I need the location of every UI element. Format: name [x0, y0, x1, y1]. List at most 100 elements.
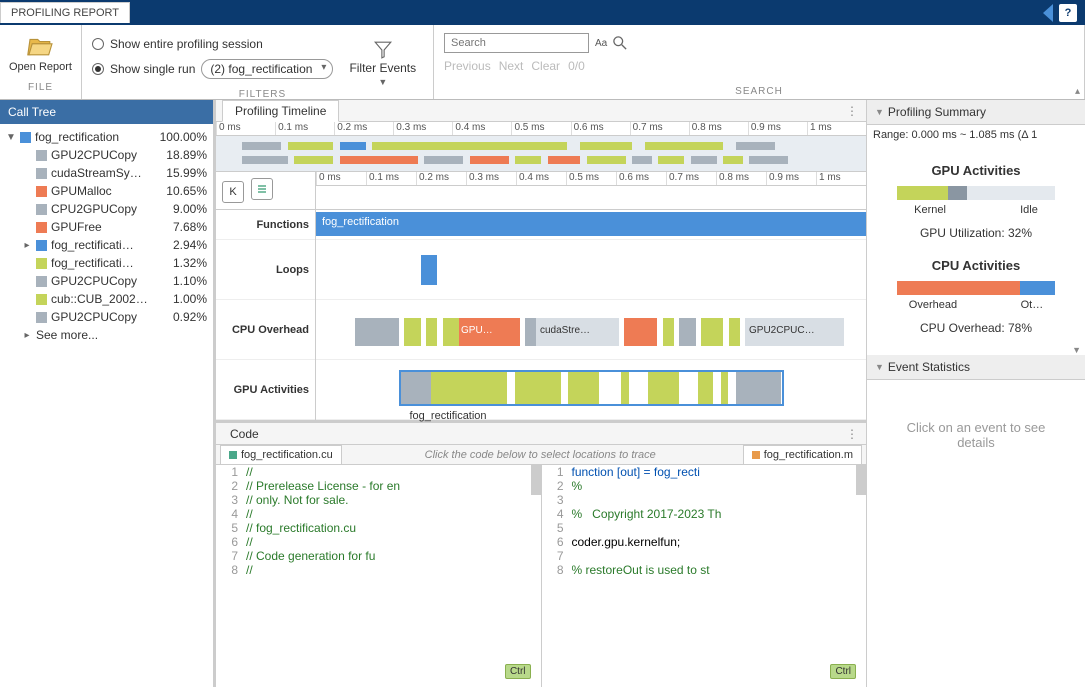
code-line[interactable]: 4% Copyright 2017-2023 Th	[542, 507, 867, 521]
ruler-tick: 0.9 ms	[748, 122, 807, 135]
code-line[interactable]: 8% restoreOut is used to st	[542, 563, 867, 577]
cpu-seg-gpu[interactable]: GPU…	[459, 318, 520, 346]
ruler-tick: 0.1 ms	[366, 172, 416, 185]
help-button[interactable]: ?	[1059, 4, 1077, 22]
titlebar-tab[interactable]: PROFILING REPORT	[0, 2, 130, 23]
search-next[interactable]: Next	[499, 59, 524, 73]
cpu-seg-cuda[interactable]: cudaStre…	[536, 318, 619, 346]
chevron-down-icon[interactable]: ▼	[378, 77, 387, 87]
code-line[interactable]: 3// only. Not for sale.	[216, 493, 541, 507]
tree-row[interactable]: ▸See more...	[0, 326, 213, 344]
code-pane-1[interactable]: 1//2// Prerelease License - for en3// on…	[216, 465, 542, 687]
tree-row[interactable]: ▸GPUFree7.68%	[0, 218, 213, 236]
code-line[interactable]: 7	[542, 549, 867, 563]
loop-bar[interactable]	[421, 255, 438, 285]
cpu-track[interactable]: GPU… cudaStre… GPU2CPUC…	[316, 300, 866, 360]
tree-row[interactable]: ▼fog_rectification100.00%	[0, 128, 213, 146]
ruler-tick: 0.6 ms	[571, 122, 630, 135]
folder-open-icon[interactable]	[27, 35, 55, 57]
ruler-tick: 0.9 ms	[766, 172, 816, 185]
tree-label: fog_rectification	[35, 130, 155, 144]
ruler-tick: 0.1 ms	[275, 122, 334, 135]
collapse-toolbar-icon[interactable]: ▴	[1075, 86, 1080, 97]
cpu-seg[interactable]	[404, 318, 421, 346]
tree-row[interactable]: ▸fog_rectificati…2.94%	[0, 236, 213, 254]
code-line[interactable]: 8//	[216, 563, 541, 577]
code-tab-label[interactable]: Code	[230, 427, 259, 441]
functions-track[interactable]: fog_rectification	[316, 210, 866, 240]
tree-arrow-icon[interactable]: ▼	[6, 132, 16, 143]
tree-pct: 15.99%	[159, 166, 207, 180]
search-icon[interactable]	[613, 36, 627, 50]
search-input[interactable]	[444, 33, 589, 53]
scrollbar-thumb[interactable]	[531, 465, 541, 495]
color-swatch	[20, 132, 31, 143]
code-line[interactable]: 2%	[542, 479, 867, 493]
loops-track[interactable]	[316, 240, 866, 300]
timeline-menu-icon[interactable]: ⋮	[838, 104, 866, 118]
run-select-dropdown[interactable]: (2) fog_rectification	[201, 59, 333, 79]
ruler-tick: 0.5 ms	[511, 122, 570, 135]
cpu-seg-gpu2cpu[interactable]: GPU2CPUC…	[745, 318, 844, 346]
tree-row[interactable]: ▸GPU2CPUCopy0.92%	[0, 308, 213, 326]
code-pane-2[interactable]: 1function [out] = fog_recti2%34% Copyrig…	[542, 465, 867, 687]
profiling-summary-header[interactable]: ▼ Profiling Summary	[867, 100, 1085, 125]
code-line[interactable]: 4//	[216, 507, 541, 521]
cpu-seg[interactable]	[355, 318, 399, 346]
code-file-tab-1[interactable]: fog_rectification.cu	[220, 445, 342, 464]
tree-row[interactable]: ▸GPU2CPUCopy1.10%	[0, 272, 213, 290]
case-sensitive-toggle[interactable]: Aa	[595, 38, 607, 49]
code-line[interactable]: 5	[542, 521, 867, 535]
code-line[interactable]: 6coder.gpu.kernelfun;	[542, 535, 867, 549]
event-statistics-header[interactable]: ▼ Event Statistics	[867, 355, 1085, 380]
tree-arrow-icon[interactable]: ▸	[22, 240, 32, 251]
toolbar: Open Report FILE Show entire profiling s…	[0, 25, 1085, 100]
scrollbar-thumb[interactable]	[856, 465, 866, 495]
tree-label: GPU2CPUCopy	[51, 148, 155, 162]
code-file-tab-2[interactable]: fog_rectification.m	[743, 445, 862, 464]
code-line[interactable]: 3	[542, 493, 867, 507]
kernel-toggle-button[interactable]: K	[222, 181, 244, 203]
tree-pct: 7.68%	[159, 220, 207, 234]
gpu-track[interactable]: fog_rectification	[316, 360, 866, 420]
timeline-tabbar: Profiling Timeline ⋮	[216, 100, 866, 122]
call-tree-body: ▼fog_rectification100.00%▸GPU2CPUCopy18.…	[0, 124, 213, 348]
tree-row[interactable]: ▸GPUMalloc10.65%	[0, 182, 213, 200]
open-report-label[interactable]: Open Report	[9, 61, 72, 73]
funnel-icon[interactable]	[374, 41, 392, 59]
code-line[interactable]: 1//	[216, 465, 541, 479]
list-toggle-button[interactable]	[251, 178, 273, 200]
radio-checked-icon	[92, 63, 104, 75]
cpu-bar-chart	[897, 281, 1055, 295]
tree-row[interactable]: ▸CPU2GPUCopy9.00%	[0, 200, 213, 218]
gpu-wrap[interactable]	[399, 370, 784, 406]
timeline-tab[interactable]: Profiling Timeline	[222, 100, 339, 122]
code-line[interactable]: 5// fog_rectification.cu	[216, 521, 541, 535]
tree-row[interactable]: ▸cudaStreamSy…15.99%	[0, 164, 213, 182]
tree-row[interactable]: ▸cub::CUB_2002…1.00%	[0, 290, 213, 308]
show-entire-radio[interactable]: Show entire profiling session	[92, 37, 333, 51]
tree-arrow-icon[interactable]: ▸	[22, 330, 32, 341]
code-line[interactable]: 7// Code generation for fu	[216, 549, 541, 563]
search-clear[interactable]: Clear	[531, 59, 560, 73]
function-bar[interactable]: fog_rectification	[316, 212, 866, 236]
color-swatch	[36, 168, 47, 179]
code-menu-icon[interactable]: ⋮	[838, 427, 866, 441]
tree-pct: 0.92%	[159, 310, 207, 324]
show-single-radio[interactable]: Show single run (2) fog_rectification	[92, 59, 333, 79]
tree-row[interactable]: ▸GPU2CPUCopy18.89%	[0, 146, 213, 164]
code-line[interactable]: 1function [out] = fog_recti	[542, 465, 867, 479]
color-swatch	[36, 258, 47, 269]
event-placeholder: Click on an event to see details	[867, 380, 1085, 490]
ctrl-badge: Ctrl	[830, 664, 856, 679]
chevron-down-icon[interactable]: ▼	[867, 345, 1085, 355]
code-line[interactable]: 6//	[216, 535, 541, 549]
overview-strip[interactable]	[216, 136, 866, 172]
filter-events-button[interactable]: Filter Events	[349, 61, 416, 75]
tree-row[interactable]: ▸fog_rectificati…1.32%	[0, 254, 213, 272]
code-line[interactable]: 2// Prerelease License - for en	[216, 479, 541, 493]
color-swatch	[36, 294, 47, 305]
center-panel: Profiling Timeline ⋮ 0 ms0.1 ms0.2 ms0.3…	[216, 100, 867, 687]
overview-ruler: 0 ms0.1 ms0.2 ms0.3 ms0.4 ms0.5 ms0.6 ms…	[216, 122, 866, 136]
search-previous[interactable]: Previous	[444, 59, 491, 73]
